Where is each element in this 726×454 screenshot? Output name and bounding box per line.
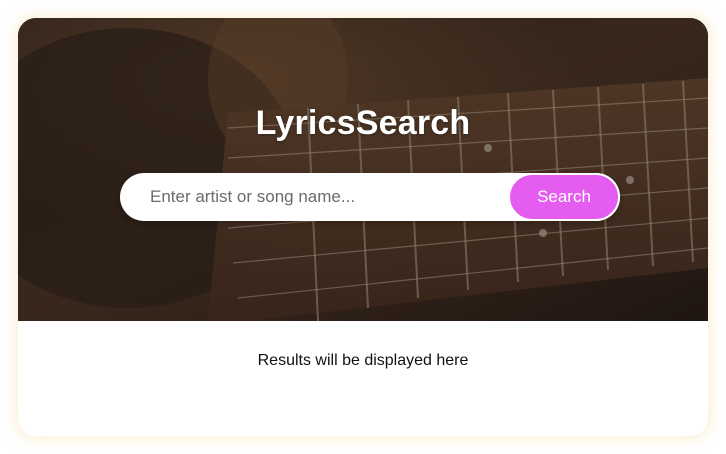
search-bar: Search bbox=[120, 173, 620, 221]
search-input[interactable] bbox=[120, 173, 500, 221]
guitar-background-image bbox=[18, 18, 708, 321]
search-button[interactable]: Search bbox=[508, 173, 620, 221]
results-panel: Results will be displayed here bbox=[18, 321, 708, 436]
results-placeholder-text: Results will be displayed here bbox=[257, 352, 469, 369]
app-card: LyricsSearch Search Results will be disp… bbox=[18, 18, 708, 436]
hero-banner: LyricsSearch Search bbox=[18, 18, 708, 321]
app-title: LyricsSearch bbox=[255, 104, 471, 142]
